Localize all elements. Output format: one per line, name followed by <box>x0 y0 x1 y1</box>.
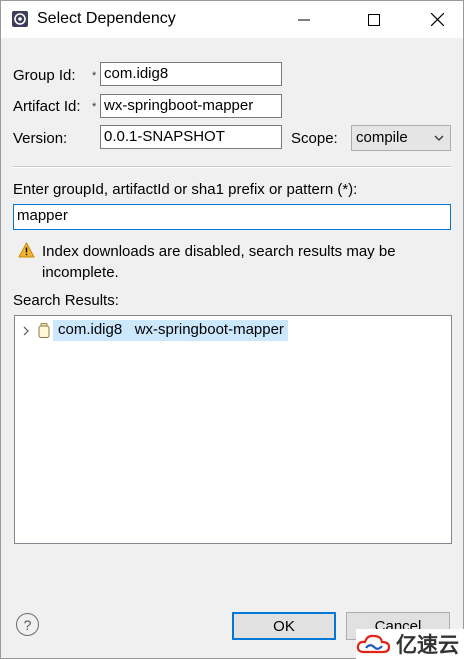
search-prompt-label: Enter groupId, artifactId or sha1 prefix… <box>13 181 358 198</box>
required-marker: * <box>92 101 97 113</box>
maximize-icon <box>368 13 380 26</box>
help-icon[interactable]: ? <box>16 613 39 636</box>
cloud-logo-icon <box>356 634 391 654</box>
scope-label: Scope: <box>291 130 338 147</box>
title-bar[interactable]: Select Dependency <box>1 1 463 38</box>
jar-icon <box>38 323 50 338</box>
warning-message: Index downloads are disabled, search res… <box>42 243 396 281</box>
close-button[interactable] <box>414 1 460 38</box>
window-title: Select Dependency <box>37 10 176 27</box>
group-id-label: Group Id: <box>13 67 76 84</box>
maximize-button[interactable] <box>351 1 397 38</box>
version-label: Version: <box>13 130 68 147</box>
close-icon <box>430 13 444 26</box>
minimize-icon <box>298 19 310 20</box>
scope-select-value: compile <box>356 129 408 146</box>
group-id-field[interactable]: com.idig8 <box>100 62 282 86</box>
scope-select[interactable]: compile <box>351 125 451 151</box>
watermark-text: 亿速云 <box>396 634 459 657</box>
artifact-id-field[interactable]: wx-springboot-mapper <box>100 94 282 118</box>
version-field[interactable]: 0.0.1-SNAPSHOT <box>100 125 282 149</box>
ok-button[interactable]: OK <box>232 612 336 640</box>
required-marker: * <box>92 70 97 82</box>
separator <box>13 166 451 168</box>
chevron-down-icon <box>434 135 444 141</box>
select-dependency-dialog: Select Dependency Group Id: * com.idig8 … <box>0 0 464 659</box>
search-input[interactable]: mapper <box>13 204 451 230</box>
watermark: 亿速云 <box>356 629 464 659</box>
result-item-label[interactable]: com.idig8 wx-springboot-mapper <box>53 320 288 341</box>
search-results-tree[interactable]: com.idig8 wx-springboot-mapper <box>14 315 452 544</box>
tree-row[interactable]: com.idig8 wx-springboot-mapper <box>15 320 451 342</box>
search-results-label: Search Results: <box>13 292 119 309</box>
minimize-button[interactable] <box>281 1 327 38</box>
artifact-id-label: Artifact Id: <box>13 98 81 115</box>
eclipse-app-icon <box>12 11 28 27</box>
chevron-right-icon[interactable] <box>22 326 30 336</box>
warning-icon <box>18 242 35 258</box>
